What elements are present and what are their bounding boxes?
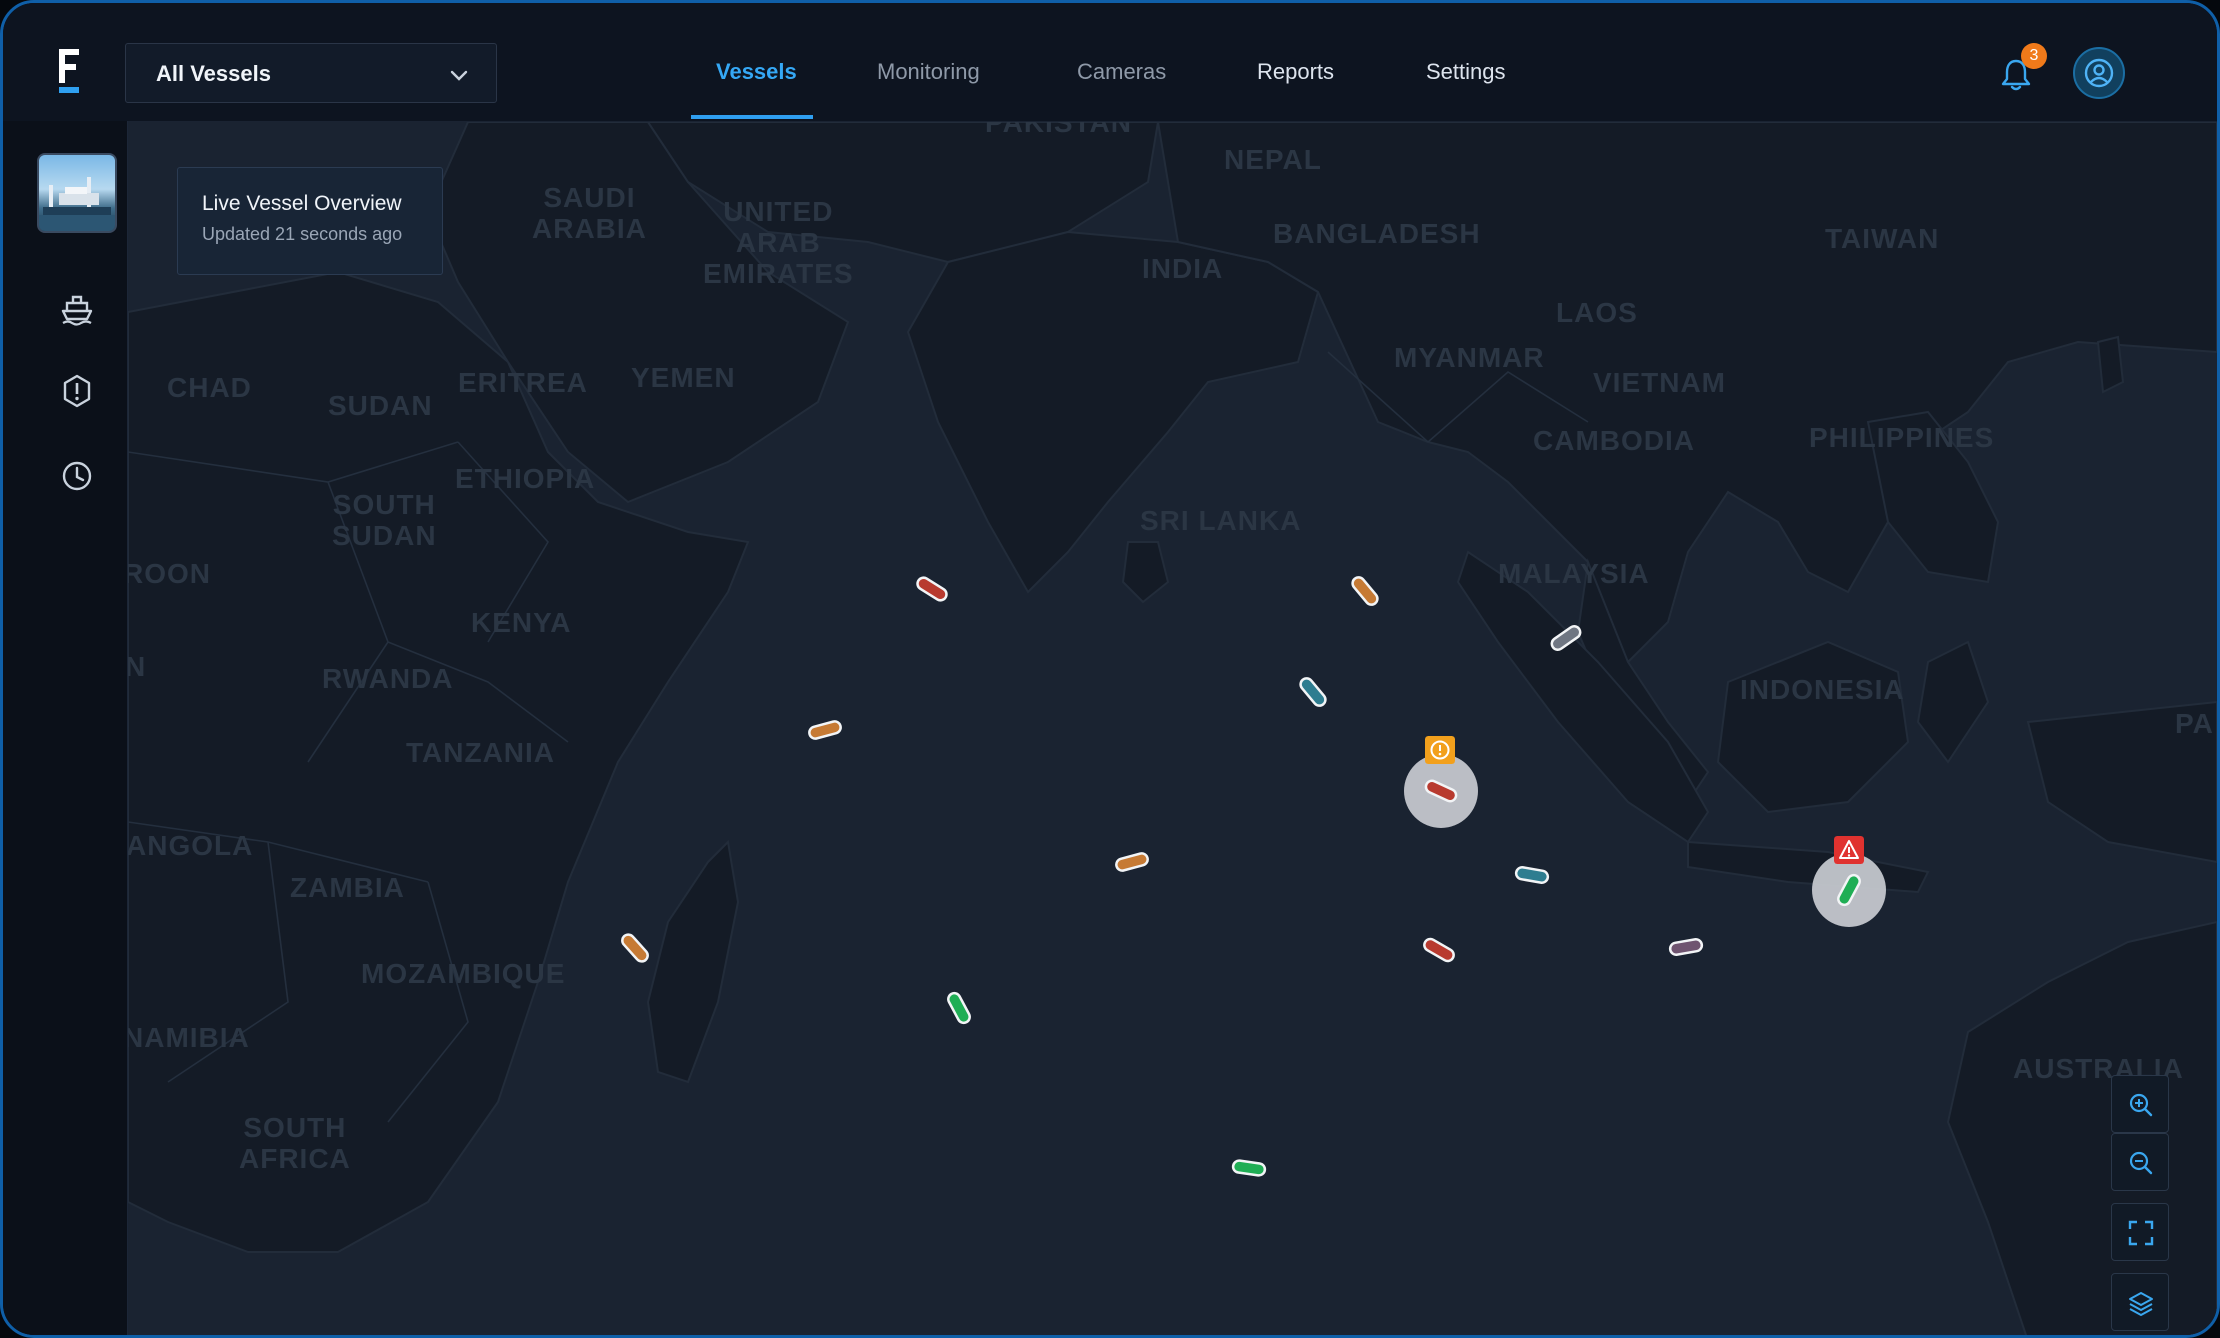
country-label-angola: ANGOLA — [128, 830, 254, 861]
vessel-marker[interactable] — [1221, 1140, 1277, 1196]
country-label-sudan: SUDAN — [328, 390, 433, 421]
country-label-pakistan: PAKISTAN — [985, 122, 1132, 138]
country-label-roon: ROON — [128, 558, 211, 589]
zoom-in-icon — [2129, 1093, 2153, 1117]
alert-octagon-icon[interactable] — [59, 373, 95, 409]
chevron-down-icon — [450, 70, 468, 81]
country-label-myanmar: MYANMAR — [1394, 342, 1545, 373]
vessel-map[interactable]: PAKISTAN NEPAL SAUDI ARABIA UNITED ARAB … — [128, 122, 2217, 1335]
zoom-out-icon — [2129, 1151, 2153, 1175]
vessel-marker[interactable] — [931, 980, 987, 1036]
vessel-marker[interactable] — [1538, 610, 1594, 666]
layers-button[interactable] — [2111, 1273, 2169, 1331]
country-label-n: N — [128, 651, 146, 682]
tab-reports[interactable]: Reports — [1257, 59, 1334, 85]
country-label-malaysia: MALAYSIA — [1498, 558, 1650, 589]
country-label-pa: PA — [2175, 708, 2214, 739]
country-label-south-sudan: SOUTH SUDAN — [332, 489, 437, 551]
country-label-taiwan: TAIWAN — [1825, 223, 1940, 254]
active-tab-indicator — [691, 115, 813, 119]
fullscreen-button[interactable] — [2111, 1203, 2169, 1261]
tab-monitoring[interactable]: Monitoring — [877, 59, 980, 85]
zoom-out-button[interactable] — [2111, 1133, 2169, 1191]
vessel-marker[interactable] — [1104, 834, 1160, 890]
country-label-namibia: NAMIBIA — [128, 1022, 250, 1053]
country-label-uae: UNITED ARAB EMIRATES — [703, 196, 854, 289]
country-label-kenya: KENYA — [471, 607, 572, 638]
country-label-philippines: PHILIPPINES — [1809, 422, 1995, 453]
country-label-zambia: ZAMBIA — [290, 872, 405, 903]
ship-photo-icon — [39, 177, 115, 231]
notification-badge: 3 — [2021, 43, 2047, 69]
country-label-tanzania: TANZANIA — [406, 737, 556, 768]
country-label-ethiopia: ETHIOPIA — [455, 463, 596, 494]
tab-vessels[interactable]: Vessels — [716, 59, 797, 85]
country-label-rwanda: RWANDA — [322, 663, 454, 694]
fullscreen-icon — [2128, 1220, 2154, 1246]
warning-alert-icon[interactable] — [1425, 736, 1455, 764]
user-icon — [2084, 58, 2114, 88]
danger-alert-icon[interactable] — [1834, 836, 1864, 864]
country-label-sri-lanka: SRI LANKA — [1140, 505, 1302, 536]
country-label-chad: CHAD — [167, 372, 252, 403]
vessel-thumbnail[interactable] — [37, 153, 117, 233]
country-label-saudi-arabia: SAUDI ARABIA — [532, 182, 647, 244]
vessel-marker[interactable] — [1658, 919, 1714, 975]
vessel-marker[interactable] — [1413, 763, 1469, 819]
clock-icon[interactable] — [59, 458, 95, 494]
vessel-marker[interactable] — [1504, 847, 1560, 903]
overview-title: Live Vessel Overview — [202, 192, 402, 215]
tab-cameras[interactable]: Cameras — [1077, 59, 1166, 85]
vessel-marker[interactable] — [607, 920, 663, 976]
overview-updated: Updated 21 seconds ago — [202, 224, 403, 244]
country-label-south-africa: SOUTH AFRICA — [239, 1112, 351, 1174]
top-bar: All Vessels Vessels Monitoring Cameras R… — [3, 3, 2217, 122]
ship-icon[interactable] — [59, 291, 95, 327]
map-landmass — [128, 122, 2217, 1335]
vessel-marker[interactable] — [1337, 563, 1393, 619]
app-frame: All Vessels Vessels Monitoring Cameras R… — [0, 0, 2220, 1338]
country-label-india: INDIA — [1142, 253, 1224, 284]
tab-settings[interactable]: Settings — [1426, 59, 1506, 85]
vessel-marker[interactable] — [797, 702, 853, 758]
vessel-marker[interactable] — [1411, 922, 1467, 978]
vessel-marker[interactable] — [1285, 664, 1341, 720]
layers-icon — [2129, 1292, 2153, 1316]
country-label-yemen: YEMEN — [631, 362, 736, 393]
zoom-in-button[interactable] — [2111, 1075, 2169, 1133]
vessel-filter-value: All Vessels — [156, 61, 271, 86]
country-label-cambodia: CAMBODIA — [1533, 425, 1695, 456]
country-label-indonesia: INDONESIA — [1740, 674, 1905, 705]
country-label-laos: LAOS — [1556, 297, 1638, 328]
vessel-marker[interactable] — [904, 561, 960, 617]
live-overview-card: Live Vessel Overview Updated 21 seconds … — [177, 167, 443, 275]
country-label-vietnam: VIETNAM — [1593, 367, 1726, 398]
country-label-nepal: NEPAL — [1224, 144, 1322, 175]
country-label-mozambique: MOZAMBIQUE — [361, 958, 566, 989]
app-logo[interactable] — [59, 49, 85, 93]
vessel-filter-select[interactable]: All Vessels — [125, 43, 497, 103]
vessel-marker[interactable] — [1821, 862, 1877, 918]
country-label-eritrea: ERITREA — [458, 367, 588, 398]
country-label-bangladesh: BANGLADESH — [1273, 218, 1481, 249]
user-avatar[interactable] — [2073, 47, 2125, 99]
